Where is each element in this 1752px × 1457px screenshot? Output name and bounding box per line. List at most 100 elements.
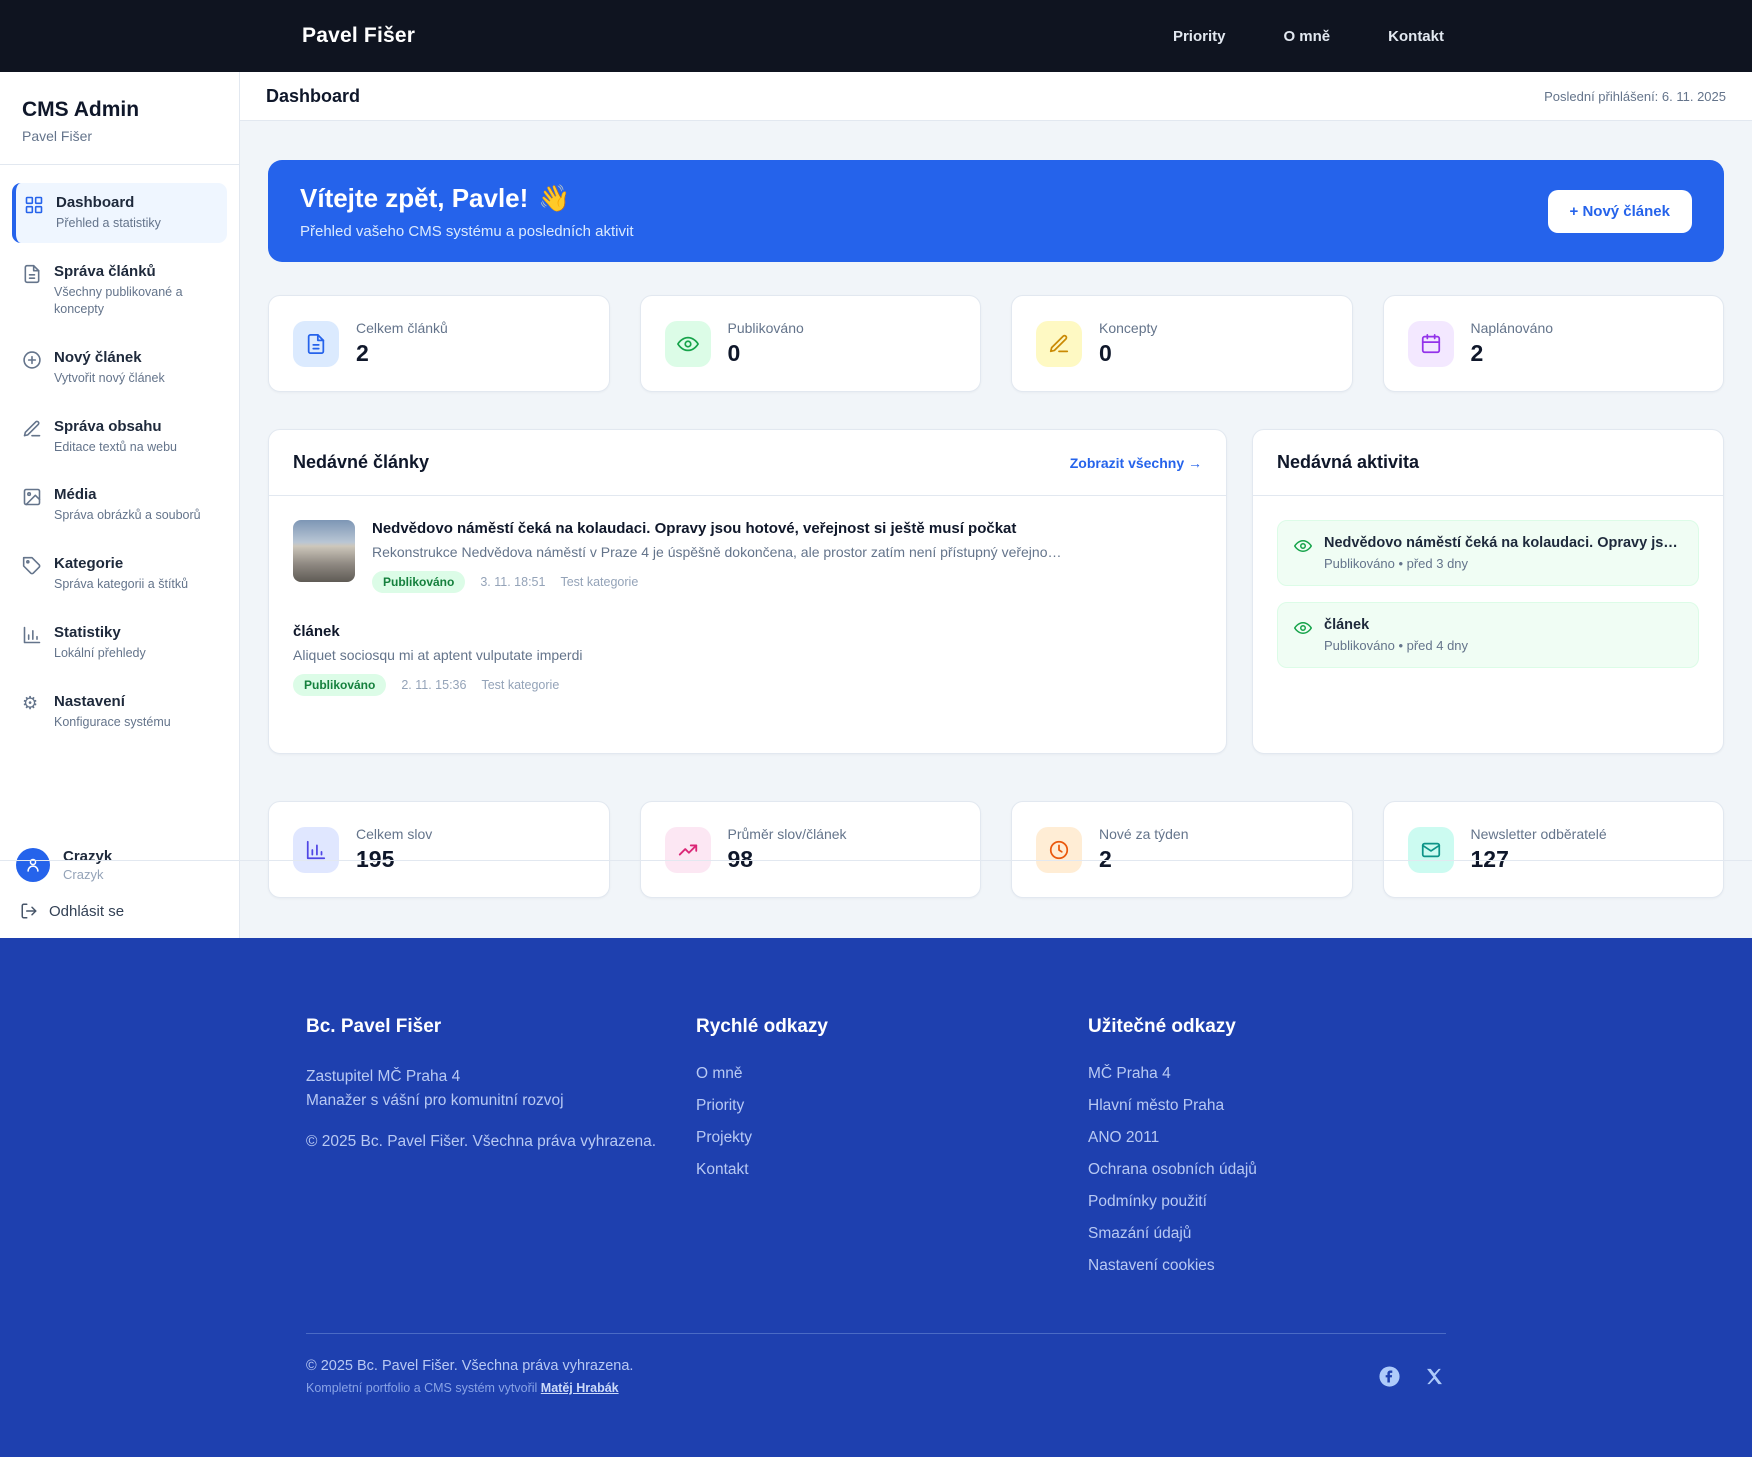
footer-quick-links-title: Rychlé odkazy <box>696 1016 1088 1038</box>
recent-activity-title: Nedávná aktivita <box>1277 452 1419 473</box>
sidebar-item-label: Dashboard <box>56 194 161 211</box>
sidebar-item-sprava-clanku[interactable]: Správa článků Všechny publikované a konc… <box>12 252 227 329</box>
activity-title: Nedvědovo náměstí čeká na kolaudaci. Opr… <box>1324 535 1682 551</box>
brand-link[interactable]: Pavel Fišer <box>302 24 415 48</box>
footer-bottom-copyright: © 2025 Bc. Pavel Fišer. Všechna práva vy… <box>306 1358 633 1374</box>
x-icon[interactable] <box>1423 1365 1446 1388</box>
footer-credit: Kompletní portfolio a CMS systém vytvoři… <box>306 1381 633 1395</box>
sidebar-header: CMS Admin Pavel Fišer <box>0 72 239 165</box>
view-all-link[interactable]: Zobrazit všechny → <box>1070 455 1202 471</box>
site-footer: Bc. Pavel Fišer Zastupitel MČ Praha 4 Ma… <box>0 938 1752 1457</box>
stat-card-prumer-slov: Průměr slov/článek 98 <box>640 801 982 898</box>
sidebar-item-sprava-obsahu[interactable]: Správa obsahu Editace textů na webu <box>12 407 227 467</box>
welcome-subtitle: Přehled vašeho CMS systému a posledních … <box>300 223 634 240</box>
sidebar-subtitle: Pavel Fišer <box>22 128 217 144</box>
user-name: Crazyk <box>63 848 112 865</box>
stat-card-celkem-slov: Celkem slov 195 <box>268 801 610 898</box>
last-login-text: Poslední přihlášení: 6. 11. 2025 <box>1544 89 1726 104</box>
footer-link-smazani-udaju[interactable]: Smazání údajů <box>1088 1225 1446 1243</box>
sidebar-item-desc: Konfigurace systému <box>54 714 171 731</box>
credit-link[interactable]: Matěj Hrabák <box>541 1381 619 1395</box>
footer-about-title: Bc. Pavel Fišer <box>306 1016 696 1038</box>
logout-button[interactable]: Odhlásit se <box>16 902 223 920</box>
footer-link-projekty[interactable]: Projekty <box>696 1129 1088 1147</box>
document-icon <box>293 321 339 367</box>
sidebar-item-label: Kategorie <box>54 555 188 572</box>
image-icon <box>22 487 42 507</box>
footer-link-ano2011[interactable]: ANO 2011 <box>1088 1129 1446 1147</box>
stat-value: 2 <box>1471 340 1554 367</box>
eye-icon <box>665 321 711 367</box>
nav-link-priority[interactable]: Priority <box>1173 28 1226 45</box>
activity-meta: Publikováno • před 4 dny <box>1324 638 1468 653</box>
article-title: článek <box>293 623 583 640</box>
stat-value: 2 <box>356 340 448 367</box>
footer-link-mc-praha4[interactable]: MČ Praha 4 <box>1088 1065 1446 1083</box>
nav-link-o-mne[interactable]: O mně <box>1283 28 1330 45</box>
article-excerpt: Aliquet sociosqu mi at aptent vulputate … <box>293 647 583 663</box>
clock-icon <box>1036 827 1082 873</box>
sidebar-item-label: Nový článek <box>54 349 165 366</box>
footer-link-o-mne[interactable]: O mně <box>696 1065 1088 1083</box>
facebook-icon[interactable] <box>1378 1365 1401 1388</box>
article-date: 2. 11. 15:36 <box>401 678 466 692</box>
sidebar-item-media[interactable]: Média Správa obrázků a souborů <box>12 475 227 535</box>
footer-link-kontakt[interactable]: Kontakt <box>696 1161 1088 1179</box>
footer-copyright: © 2025 Bc. Pavel Fišer. Všechna práva vy… <box>306 1133 696 1151</box>
article-row[interactable]: Nedvědovo náměstí čeká na kolaudaci. Opr… <box>293 520 1202 593</box>
nav-link-kontakt[interactable]: Kontakt <box>1388 28 1444 45</box>
activity-item[interactable]: článek Publikováno • před 4 dny <box>1277 602 1699 668</box>
activity-item[interactable]: Nedvědovo náměstí čeká na kolaudaci. Opr… <box>1277 520 1699 586</box>
wave-emoji: 👋 <box>538 183 570 213</box>
sidebar-user-section: Crazyk Crazyk Odhlásit se <box>0 832 239 938</box>
activity-meta: Publikováno • před 3 dny <box>1324 556 1682 571</box>
sidebar-item-nastaveni[interactable]: ⚙ Nastavení Konfigurace systému <box>12 682 227 742</box>
footer-about-column: Bc. Pavel Fišer Zastupitel MČ Praha 4 Ma… <box>306 1016 696 1289</box>
footer-link-ochrana-udaju[interactable]: Ochrana osobních údajů <box>1088 1161 1446 1179</box>
top-navbar: Pavel Fišer Priority O mně Kontakt <box>0 0 1752 72</box>
stat-label: Celkem článků <box>356 320 448 336</box>
sidebar-item-label: Statistiky <box>54 624 146 641</box>
article-title: Nedvědovo náměstí čeká na kolaudaci. Opr… <box>372 520 1062 537</box>
user-subtitle: Crazyk <box>63 867 112 882</box>
stat-label: Newsletter odběratelé <box>1471 826 1607 842</box>
divider <box>0 860 1752 861</box>
footer-link-hlavni-mesto[interactable]: Hlavní město Praha <box>1088 1097 1446 1115</box>
sidebar-item-statistiky[interactable]: Statistiky Lokální přehledy <box>12 613 227 673</box>
bar-chart-icon <box>22 625 42 645</box>
stat-card-newsletter: Newsletter odběratelé 127 <box>1383 801 1725 898</box>
recent-articles-panel: Nedávné články Zobrazit všechny → Nedvěd… <box>268 429 1227 754</box>
sidebar-item-desc: Přehled a statistiky <box>56 215 161 232</box>
calendar-icon <box>1408 321 1454 367</box>
status-badge: Publikováno <box>293 674 386 696</box>
footer-link-podminky[interactable]: Podmínky použití <box>1088 1193 1446 1211</box>
stat-card-celkem-clanku: Celkem článků 2 <box>268 295 610 392</box>
dashboard-content: Vítejte zpět, Pavle!👋 Přehled vašeho CMS… <box>240 121 1752 938</box>
stat-label: Koncepty <box>1099 320 1157 336</box>
plus-circle-icon <box>22 350 42 370</box>
sidebar-title: CMS Admin <box>22 98 217 122</box>
sidebar-item-desc: Editace textů na webu <box>54 439 177 456</box>
document-icon <box>22 264 42 284</box>
new-article-button[interactable]: + Nový článek <box>1548 190 1692 233</box>
sidebar-item-dashboard[interactable]: Dashboard Přehled a statistiky <box>12 183 227 243</box>
sidebar-item-kategorie[interactable]: Kategorie Správa kategorii a štítků <box>12 544 227 604</box>
user-profile[interactable]: Crazyk Crazyk <box>16 848 223 882</box>
person-icon <box>24 856 42 874</box>
article-row[interactable]: článek Aliquet sociosqu mi at aptent vul… <box>293 623 1202 696</box>
footer-link-priority[interactable]: Priority <box>696 1097 1088 1115</box>
activity-title: článek <box>1324 617 1468 633</box>
mail-icon <box>1408 827 1454 873</box>
stat-card-naplanovano: Naplánováno 2 <box>1383 295 1725 392</box>
footer-link-cookies[interactable]: Nastavení cookies <box>1088 1257 1446 1275</box>
pencil-icon <box>22 419 42 439</box>
footer-useful-links-column: Užitečné odkazy MČ Praha 4 Hlavní město … <box>1088 1016 1446 1289</box>
eye-icon <box>1294 619 1312 637</box>
sidebar-item-desc: Správa kategorii a štítků <box>54 576 188 593</box>
sidebar-item-novy-clanek[interactable]: Nový článek Vytvořit nový článek <box>12 338 227 398</box>
stat-card-publikovano: Publikováno 0 <box>640 295 982 392</box>
stats-row-bottom: Celkem slov 195 Průměr slov/článek 98 <box>268 801 1724 898</box>
article-category: Test kategorie <box>481 678 559 692</box>
logout-label: Odhlásit se <box>49 903 124 920</box>
stat-label: Naplánováno <box>1471 320 1554 336</box>
